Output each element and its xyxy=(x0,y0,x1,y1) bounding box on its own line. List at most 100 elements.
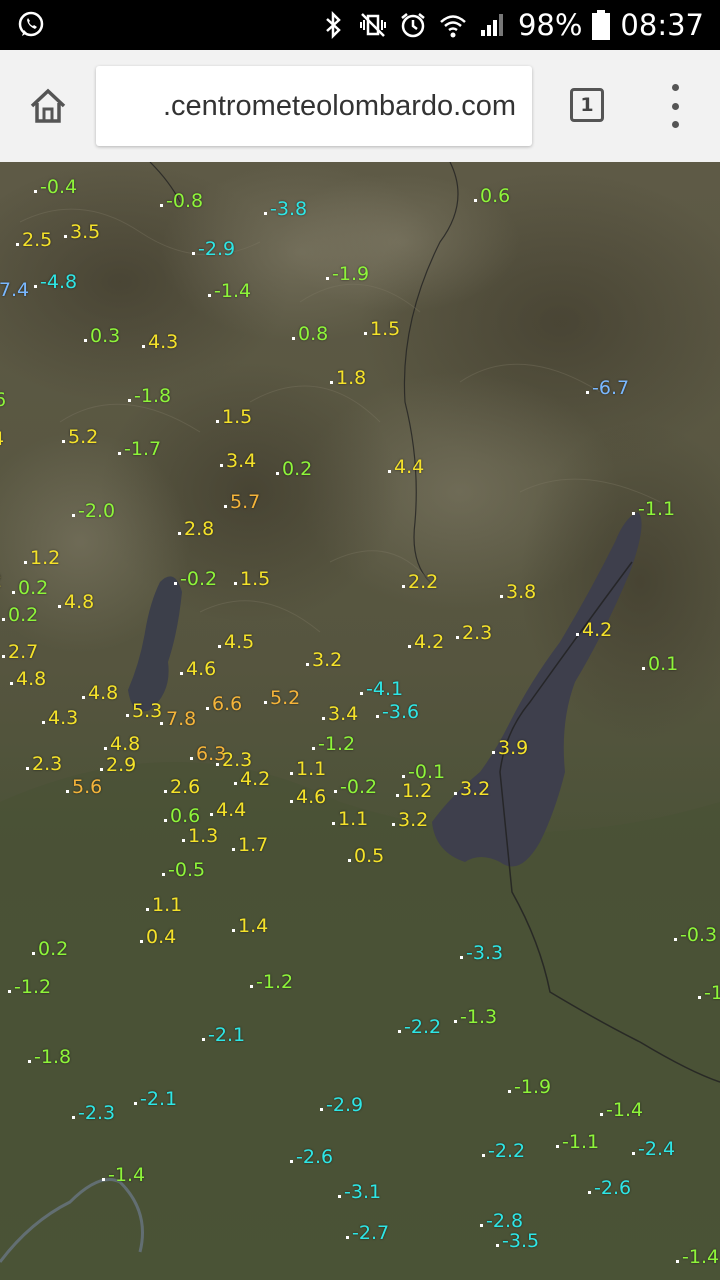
station-temperature[interactable]: 4.6 xyxy=(296,788,326,807)
station-temperature[interactable]: -2.1 xyxy=(140,1090,177,1109)
station-temperature[interactable]: 3.4 xyxy=(328,705,358,724)
station-temperature[interactable]: -2.2 xyxy=(404,1018,441,1037)
station-temperature[interactable]: 4.8 xyxy=(64,593,94,612)
station-temperature[interactable]: 3.2 xyxy=(460,780,490,799)
station-temperature[interactable]: 2 xyxy=(0,572,2,591)
station-temperature[interactable]: -2.0 xyxy=(78,502,115,521)
station-temperature[interactable]: -1.2 xyxy=(318,735,355,754)
station-temperature[interactable]: -1.4 xyxy=(606,1101,643,1120)
url-bar[interactable]: .centrometeolombardo.com xyxy=(96,66,532,146)
tabs-button[interactable]: 1 xyxy=(570,88,604,122)
station-temperature[interactable]: -4.1 xyxy=(366,680,403,699)
station-temperature[interactable]: 0.3 xyxy=(90,327,120,346)
station-temperature[interactable]: 1.5 xyxy=(222,408,252,427)
station-temperature[interactable]: 4.6 xyxy=(186,660,216,679)
station-temperature[interactable]: 4.4 xyxy=(394,458,424,477)
station-temperature[interactable]: 1.4 xyxy=(238,917,268,936)
station-temperature[interactable]: 1.1 xyxy=(296,760,326,779)
station-temperature[interactable]: -1.2 xyxy=(256,973,293,992)
station-temperature[interactable]: 1.1 xyxy=(152,896,182,915)
station-temperature[interactable]: 1.5 xyxy=(370,320,400,339)
station-temperature[interactable]: -2.4 xyxy=(638,1140,675,1159)
station-temperature[interactable]: -1.8 xyxy=(134,387,171,406)
station-temperature[interactable]: 2.5 xyxy=(22,231,52,250)
station-temperature[interactable]: 5.2 xyxy=(68,428,98,447)
station-temperature[interactable]: 4.4 xyxy=(216,801,246,820)
station-temperature[interactable]: -2.7 xyxy=(352,1224,389,1243)
station-temperature[interactable]: -2.2 xyxy=(488,1142,525,1161)
station-temperature[interactable]: 2.9 xyxy=(106,756,136,775)
station-temperature[interactable]: 0.5 xyxy=(354,847,384,866)
station-temperature[interactable]: 0.2 xyxy=(282,460,312,479)
station-temperature[interactable]: -3.5 xyxy=(502,1232,539,1251)
station-temperature[interactable]: -1.1 xyxy=(562,1133,599,1152)
station-temperature[interactable]: 7.8 xyxy=(166,710,196,729)
station-temperature[interactable]: 3.5 xyxy=(70,223,100,242)
station-temperature[interactable]: 1.7 xyxy=(238,836,268,855)
station-temperature[interactable]: 2.3 xyxy=(462,624,492,643)
station-temperature[interactable]: 5.2 xyxy=(270,689,300,708)
station-temperature[interactable]: 5.3 xyxy=(132,702,162,721)
station-temperature[interactable]: 0.1 xyxy=(648,655,678,674)
station-temperature[interactable]: 4.3 xyxy=(148,333,178,352)
station-temperature[interactable]: 0.2 xyxy=(18,579,48,598)
station-temperature[interactable]: 2.8 xyxy=(184,520,214,539)
station-temperature[interactable]: 2.2 xyxy=(408,573,438,592)
station-temperature[interactable]: -1.7 xyxy=(124,440,161,459)
station-temperature[interactable]: -7.4 xyxy=(0,281,29,300)
station-temperature[interactable]: -2.6 xyxy=(594,1179,631,1198)
station-temperature[interactable]: 4.8 xyxy=(110,735,140,754)
station-temperature[interactable]: 1.2 xyxy=(30,549,60,568)
station-temperature[interactable]: 2.6 xyxy=(170,778,200,797)
station-temperature[interactable]: -3.1 xyxy=(344,1183,381,1202)
station-temperature[interactable]: 0.8 xyxy=(298,325,328,344)
station-temperature[interactable]: -0.5 xyxy=(168,861,205,880)
station-temperature[interactable]: -0.2 xyxy=(180,570,217,589)
station-temperature[interactable]: 3.4 xyxy=(226,452,256,471)
station-temperature[interactable]: 0.2 xyxy=(8,606,38,625)
station-temperature[interactable]: 5.7 xyxy=(230,493,260,512)
station-temperature[interactable]: -3.8 xyxy=(270,200,307,219)
station-temperature[interactable]: -3.3 xyxy=(466,944,503,963)
station-temperature[interactable]: -0.8 xyxy=(166,192,203,211)
station-temperature[interactable]: 2.3 xyxy=(32,755,62,774)
station-temperature[interactable]: -0.3 xyxy=(680,926,717,945)
station-temperature[interactable]: -1 xyxy=(704,984,720,1003)
station-temperature[interactable]: 3.8 xyxy=(506,583,536,602)
station-temperature[interactable]: 3.2 xyxy=(312,651,342,670)
station-temperature[interactable]: -1.4 xyxy=(108,1166,145,1185)
station-temperature[interactable]: -1.3 xyxy=(460,1008,497,1027)
station-temperature[interactable]: -2.1 xyxy=(208,1026,245,1045)
station-temperature[interactable]: -2.9 xyxy=(326,1096,363,1115)
station-temperature[interactable]: 0.6 xyxy=(170,807,200,826)
station-temperature[interactable]: 4.3 xyxy=(48,709,78,728)
station-temperature[interactable]: 4 xyxy=(0,430,4,449)
station-temperature[interactable]: 2.7 xyxy=(8,643,38,662)
station-temperature[interactable]: -1.9 xyxy=(332,265,369,284)
station-temperature[interactable]: 4.2 xyxy=(582,621,612,640)
station-temperature[interactable]: -6.7 xyxy=(592,379,629,398)
station-temperature[interactable]: 4.2 xyxy=(414,633,444,652)
station-temperature[interactable]: -2.8 xyxy=(486,1212,523,1231)
station-temperature[interactable]: 5.6 xyxy=(72,778,102,797)
station-temperature[interactable]: 0.2 xyxy=(38,940,68,959)
station-temperature[interactable]: 6 xyxy=(0,391,6,410)
station-temperature[interactable]: 1.8 xyxy=(336,369,366,388)
station-temperature[interactable]: 4.8 xyxy=(88,684,118,703)
station-temperature[interactable]: -0.4 xyxy=(40,178,77,197)
station-temperature[interactable]: -2.9 xyxy=(198,240,235,259)
station-temperature[interactable]: 0.4 xyxy=(146,928,176,947)
station-temperature[interactable]: -2.6 xyxy=(296,1148,333,1167)
station-temperature[interactable]: 4.8 xyxy=(16,670,46,689)
station-temperature[interactable]: 4.2 xyxy=(240,770,270,789)
station-temperature[interactable]: 1.5 xyxy=(240,570,270,589)
station-temperature[interactable]: -1.2 xyxy=(14,978,51,997)
station-temperature[interactable]: -0.2 xyxy=(340,778,377,797)
overflow-menu-button[interactable] xyxy=(660,84,690,128)
station-temperature[interactable]: -1.4 xyxy=(214,282,251,301)
satellite-map[interactable]: -0.4 -0.8 -3.8 0.6 2.5 3.5 -2.9 -7.4 -4.8 -1.9 -1.… xyxy=(0,162,720,1280)
station-temperature[interactable]: -1.4 xyxy=(682,1248,719,1267)
station-temperature[interactable]: 1.3 xyxy=(188,827,218,846)
station-temperature[interactable]: -1.9 xyxy=(514,1078,551,1097)
home-button[interactable] xyxy=(20,80,76,132)
